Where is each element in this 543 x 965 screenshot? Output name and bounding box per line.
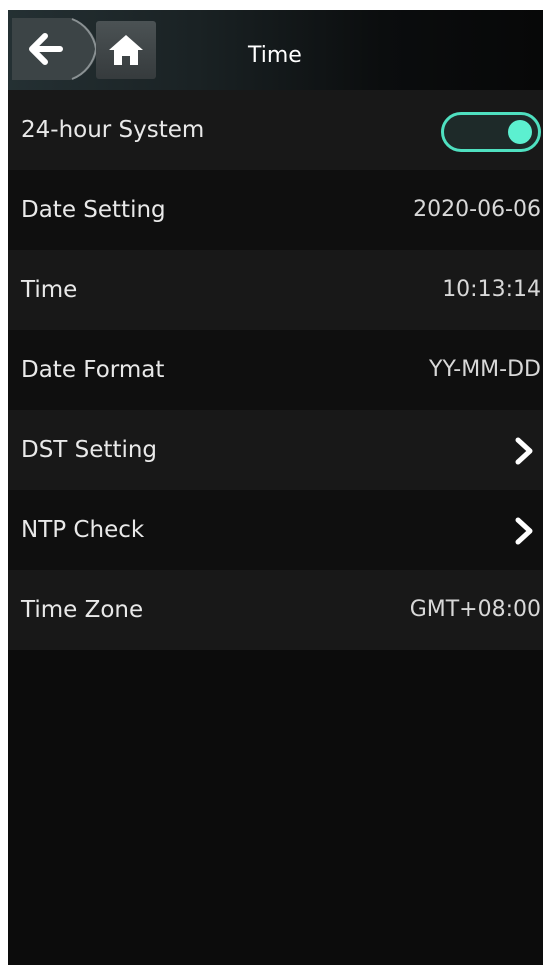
chevron-right-icon	[515, 517, 533, 545]
setting-value: 2020-06-06	[413, 197, 541, 222]
setting-row-24-hour-system[interactable]: 24-hour System	[8, 90, 543, 170]
home-icon	[109, 35, 143, 65]
setting-label: Date Format	[21, 357, 165, 383]
setting-row-date-setting[interactable]: Date Setting 2020-06-06	[8, 170, 543, 250]
setting-label: NTP Check	[21, 517, 145, 543]
setting-label: DST Setting	[21, 437, 158, 463]
setting-value: 10:13:14	[442, 277, 541, 302]
page-title: Time	[248, 43, 302, 68]
24-hour-toggle[interactable]	[441, 112, 541, 152]
setting-label: Time	[21, 277, 78, 303]
setting-label: 24-hour System	[21, 117, 205, 143]
time-settings-screen: Time 24-hour System Date Setting 2020-06…	[8, 10, 543, 965]
settings-list: 24-hour System Date Setting 2020-06-06 T…	[8, 90, 543, 650]
home-button[interactable]	[96, 21, 156, 79]
setting-value: GMT+08:00	[409, 597, 541, 622]
setting-row-time[interactable]: Time 10:13:14	[8, 250, 543, 330]
setting-label: Date Setting	[21, 197, 166, 223]
setting-row-ntp-check[interactable]: NTP Check	[8, 490, 543, 570]
back-button[interactable]	[12, 18, 102, 80]
setting-label: Time Zone	[21, 597, 144, 623]
arrow-left-icon	[12, 18, 98, 80]
setting-row-dst-setting[interactable]: DST Setting	[8, 410, 543, 490]
setting-row-time-zone[interactable]: Time Zone GMT+08:00	[8, 570, 543, 650]
setting-row-date-format[interactable]: Date Format YY-MM-DD	[8, 330, 543, 410]
header-bar: Time	[8, 10, 543, 90]
setting-value: YY-MM-DD	[429, 357, 541, 382]
chevron-right-icon	[515, 437, 533, 465]
toggle-knob	[508, 120, 532, 144]
